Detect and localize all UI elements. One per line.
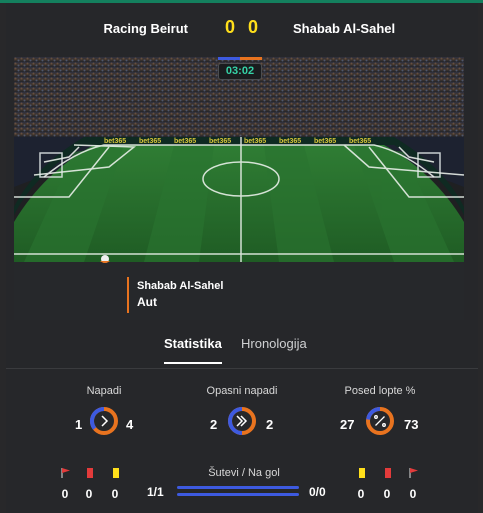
- away-red-cards: 0: [383, 487, 391, 501]
- scoreboard: Racing Beirut 0 0 Shabab Al-Sahel: [6, 15, 478, 45]
- stat-dangerous-attacks-label: Opasni napadi: [206, 385, 278, 397]
- event-overlay: Shabab Al-Sahel Aut: [127, 277, 287, 313]
- event-text: Aut: [137, 295, 157, 309]
- corner-flag-icon: [409, 468, 418, 478]
- stat-dangerous-attacks-ring: [228, 407, 256, 435]
- yellow-card-icon: [113, 468, 119, 478]
- stat-possession-label: Posed lopte %: [344, 385, 416, 397]
- match-widget: Racing Beirut 0 0 Shabab Al-Sahel bet365…: [6, 3, 478, 513]
- home-red-cards: 0: [85, 487, 93, 501]
- stat-shots-home: 1/1: [147, 485, 164, 499]
- stat-dangerous-attacks: Opasni napadi 2 2: [182, 385, 302, 445]
- svg-text:bet365: bet365: [314, 138, 336, 145]
- away-score: 0: [247, 17, 258, 37]
- active-tab-indicator: [164, 362, 222, 364]
- stat-possession-ring: [366, 407, 394, 435]
- tab-statistika[interactable]: Statistika: [164, 336, 222, 351]
- stat-dangerous-attacks-away: 2: [266, 417, 274, 432]
- stat-attacks-away: 4: [126, 417, 134, 432]
- away-corners: 0: [409, 487, 417, 501]
- event-team: Shabab Al-Sahel: [137, 280, 224, 292]
- red-card-icon: [385, 468, 391, 478]
- stat-attacks-ring: [89, 406, 118, 435]
- match-clock: 03:02: [218, 63, 262, 80]
- home-corners: 0: [61, 487, 69, 501]
- svg-text:bet365: bet365: [104, 138, 126, 145]
- corner-flag-icon: [61, 468, 70, 478]
- svg-text:bet365: bet365: [139, 138, 161, 145]
- svg-text:bet365: bet365: [209, 138, 231, 145]
- tab-bar: Statistika Hronologija: [6, 328, 478, 368]
- stat-attacks: Napadi 1 4: [44, 385, 164, 445]
- tab-hronologija[interactable]: Hronologija: [241, 336, 307, 351]
- double-chevron-icon: [236, 415, 248, 427]
- percent-icon: [374, 415, 386, 427]
- stat-attacks-home: 1: [75, 417, 83, 432]
- red-card-icon: [87, 468, 93, 478]
- divider: [6, 368, 478, 369]
- shots-on-target-bar: [177, 493, 299, 496]
- home-score: 0: [224, 17, 235, 37]
- yellow-card-icon: [359, 468, 365, 478]
- home-yellow-cards: 0: [111, 487, 119, 501]
- stat-possession-away: 73: [404, 417, 419, 432]
- stat-dangerous-attacks-home: 2: [210, 417, 218, 432]
- chevron-right-icon: [101, 415, 109, 427]
- stat-shots-label: Šutevi / Na gol: [208, 467, 280, 479]
- stat-possession-home: 27: [340, 417, 355, 432]
- svg-text:bet365: bet365: [174, 138, 196, 145]
- stat-possession: Posed lopte % 27 73: [320, 385, 440, 445]
- clock-team-colors: [218, 57, 262, 60]
- stat-shots-away: 0/0: [309, 485, 326, 499]
- away-team-name: Shabab Al-Sahel: [293, 21, 396, 36]
- stat-attacks-label: Napadi: [86, 385, 122, 397]
- svg-text:bet365: bet365: [349, 138, 371, 145]
- away-yellow-cards: 0: [357, 487, 365, 501]
- stat-shots: Šutevi / Na gol 1/1 0/0: [144, 467, 344, 507]
- match-tracker-pitch[interactable]: bet365 bet365 bet365 bet365 bet365 bet365 b…: [14, 57, 464, 320]
- svg-text:bet365: bet365: [279, 138, 301, 145]
- svg-text:bet365: bet365: [244, 138, 266, 145]
- home-team-name: Racing Beirut: [103, 21, 188, 36]
- shots-bar: [177, 486, 299, 489]
